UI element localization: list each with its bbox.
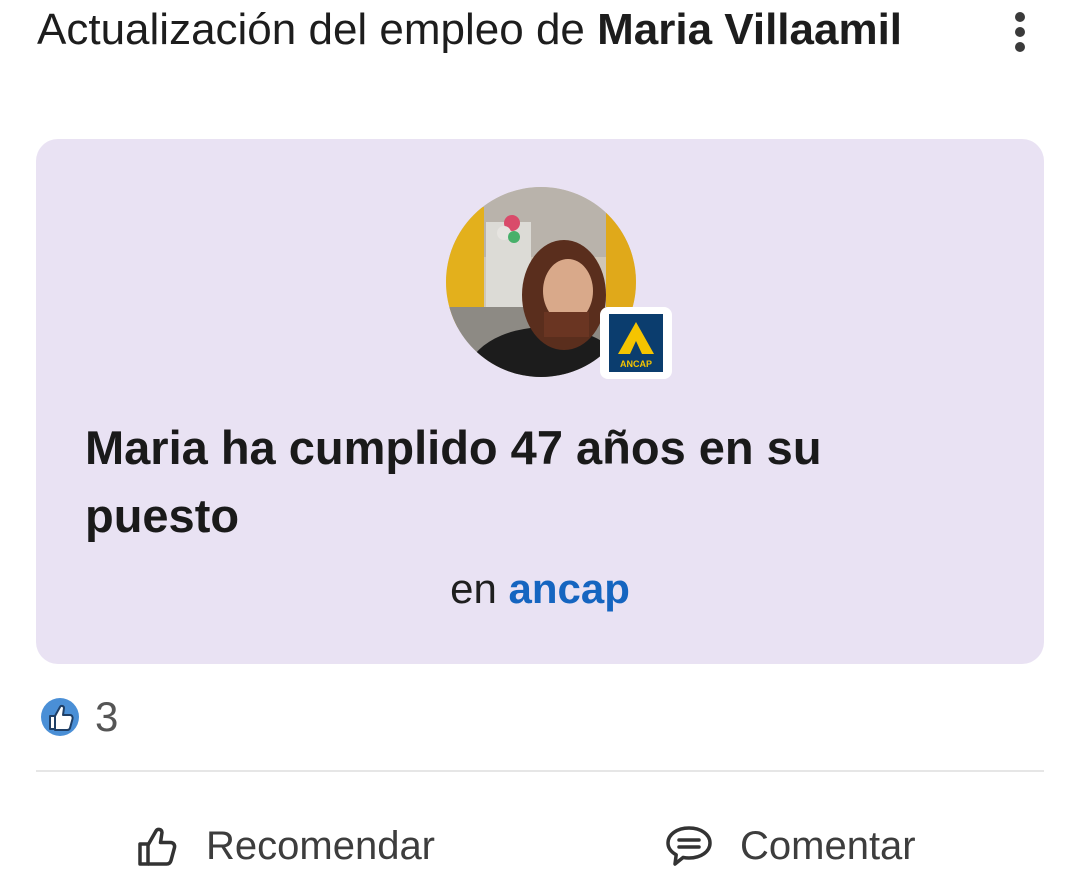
thumbs-up-outline-icon <box>138 827 177 866</box>
recommend-button[interactable]: Recomendar <box>136 818 435 874</box>
post-header: Actualización del empleo de Maria Villaa… <box>37 0 937 60</box>
divider <box>36 770 1044 772</box>
recommend-label: Recomendar <box>206 823 436 868</box>
company-logo-text: ANCAP <box>620 359 652 369</box>
member-name[interactable]: Maria Villaamil <box>597 5 902 54</box>
post-header-prefix: Actualización del empleo de <box>37 5 598 54</box>
company-logo-button[interactable]: ANCAP <box>600 307 672 379</box>
comment-label: Comentar <box>740 823 916 868</box>
like-reaction-icon <box>39 696 81 738</box>
reaction-count: 3 <box>95 693 119 740</box>
ancap-logo-icon: ANCAP <box>609 314 663 372</box>
company-link[interactable]: ancap <box>509 565 630 612</box>
comment-button[interactable]: Comentar <box>664 818 916 874</box>
more-options-button[interactable] <box>998 10 1042 54</box>
milestone-card[interactable]: ANCAP Maria ha cumplido 47 años en su pu… <box>36 139 1044 664</box>
company-prefix: en <box>450 565 497 612</box>
more-vertical-icon <box>1015 12 1025 52</box>
milestone-headline: Maria ha cumplido 47 años en su puesto <box>85 421 822 542</box>
company-line: en ancap <box>36 561 1044 617</box>
speech-bubble-icon <box>666 826 712 866</box>
reactions-summary[interactable]: 3 <box>38 693 119 740</box>
